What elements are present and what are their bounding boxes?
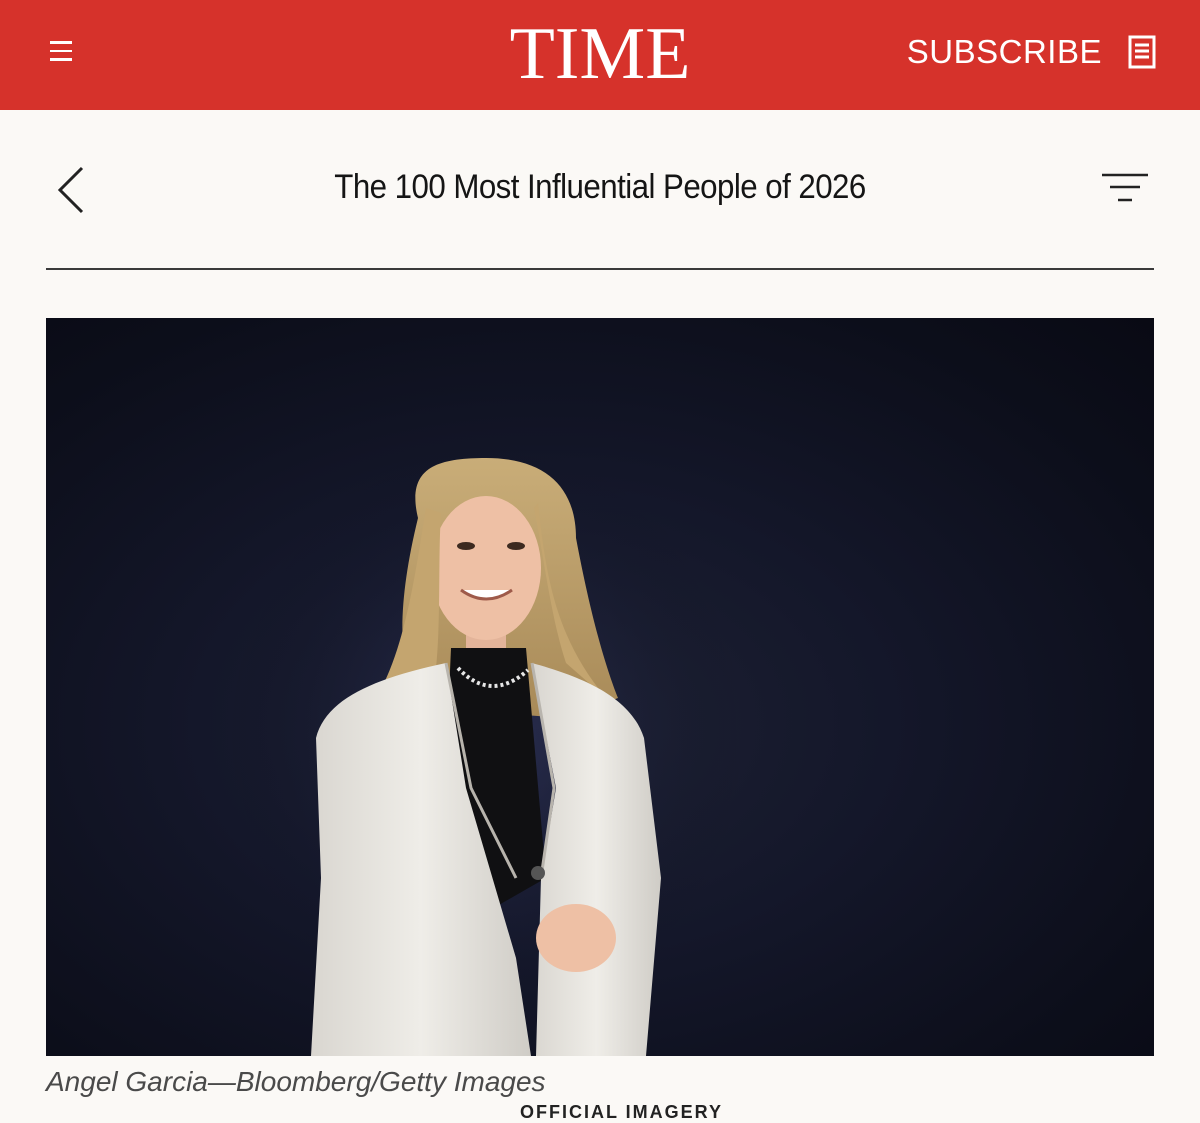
section-kicker: OFFICIAL IMAGERY [520, 1102, 723, 1122]
hero-photo [46, 318, 1154, 1056]
top-navigation-bar: TIME SUBSCRIBE [0, 0, 1200, 110]
subscribe-label: SUBSCRIBE [906, 33, 1102, 70]
chevron-left-icon[interactable] [56, 164, 88, 216]
photo-credit: Angel Garcia—Bloomberg/Getty Images [46, 1066, 546, 1097]
subscribe-button[interactable]: SUBSCRIBE [907, 30, 1156, 74]
section-title[interactable]: The 100 Most Influential People of 2026 [90, 168, 1109, 207]
section-header: The 100 Most Influential People of 2026 [46, 140, 1154, 270]
filter-icon[interactable] [1102, 172, 1148, 206]
magazine-icon [1128, 35, 1156, 69]
portrait-illustration [226, 438, 746, 1056]
